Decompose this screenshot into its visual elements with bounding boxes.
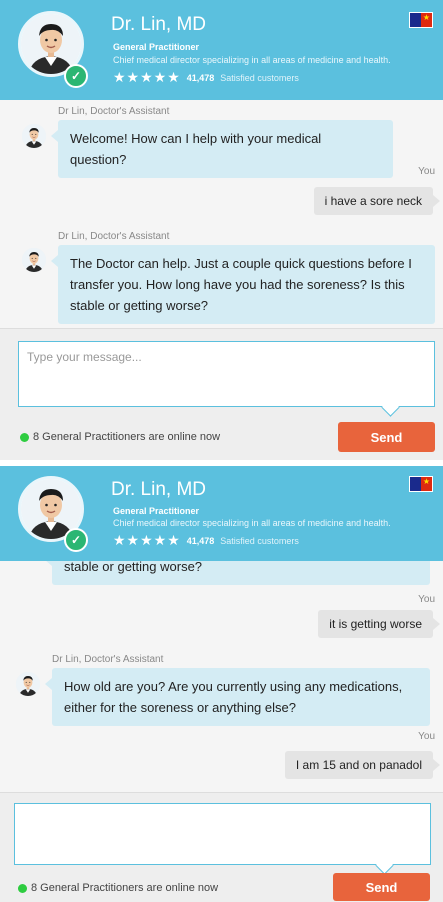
rating-row: ★★★★★ 41,478 Satisfied customers: [113, 69, 299, 86]
you-label: You: [418, 594, 435, 605]
user-message: I am 15 and on panadol: [284, 751, 441, 779]
doctor-header: ✓ Dr. Lin, MD General Practitioner Chief…: [0, 466, 443, 561]
user-message: i have a sore neck: [313, 187, 441, 215]
assistant-avatar: [22, 248, 46, 272]
doctor-specialty: General Practitioner: [113, 506, 200, 516]
country-flag-icon: ★: [409, 476, 433, 492]
assistant-avatar: [16, 672, 40, 696]
message-input[interactable]: [18, 341, 435, 407]
rating-count: 41,478: [186, 72, 215, 83]
online-status: 8 General Practitioners are online now: [18, 882, 218, 894]
message-composer: 8 General Practitioners are online now S…: [0, 328, 443, 460]
sender-name: Dr Lin, Doctor's Assistant: [58, 106, 170, 117]
online-dot-icon: [18, 883, 27, 893]
doctor-name: Dr. Lin, MD: [111, 479, 207, 500]
user-message: it is getting worse: [318, 610, 440, 638]
rating-stars-icon: ★★★★★: [113, 532, 181, 548]
chat-screen-bottom: stable or getting worse? ✓ Dr. Lin, MD G…: [0, 466, 443, 902]
doctor-name: Dr. Lin, MD: [111, 14, 207, 35]
message-composer: 8 General Practitioners are online now S…: [0, 792, 443, 902]
sender-name: Dr Lin, Doctor's Assistant: [58, 231, 170, 242]
verified-check-icon: ✓: [64, 528, 88, 552]
online-dot-icon: [20, 432, 29, 442]
assistant-message: The Doctor can help. Just a couple quick…: [51, 245, 435, 324]
you-label: You: [418, 166, 435, 177]
rating-stars-icon: ★★★★★: [113, 69, 181, 85]
send-button[interactable]: Send: [338, 422, 435, 452]
rating-label: Satisfied customers: [220, 535, 299, 546]
rating-row: ★★★★★ 41,478 Satisfied customers: [113, 532, 299, 549]
you-label: You: [418, 731, 435, 742]
doctor-description: Chief medical director specializing in a…: [113, 55, 391, 65]
doctor-header: ✓ Dr. Lin, MD General Practitioner Chief…: [0, 0, 443, 100]
country-flag-icon: ★: [409, 12, 433, 28]
assistant-message: Welcome! How can I help with your medica…: [51, 120, 393, 178]
chat-screen-top: ✓ Dr. Lin, MD General Practitioner Chief…: [0, 0, 443, 460]
online-status: 8 General Practitioners are online now: [20, 431, 220, 443]
message-input[interactable]: [14, 803, 431, 865]
doctor-description: Chief medical director specializing in a…: [113, 518, 391, 528]
assistant-message: How old are you? Are you currently using…: [45, 668, 430, 726]
verified-check-icon: ✓: [64, 64, 88, 88]
rating-label: Satisfied customers: [220, 72, 299, 83]
online-status-text: 8 General Practitioners are online now: [31, 882, 219, 894]
rating-count: 41,478: [186, 535, 215, 546]
doctor-specialty: General Practitioner: [113, 42, 200, 52]
assistant-avatar: [22, 124, 46, 148]
sender-name: Dr Lin, Doctor's Assistant: [52, 654, 164, 665]
online-status-text: 8 General Practitioners are online now: [33, 431, 221, 443]
send-button[interactable]: Send: [333, 873, 430, 901]
